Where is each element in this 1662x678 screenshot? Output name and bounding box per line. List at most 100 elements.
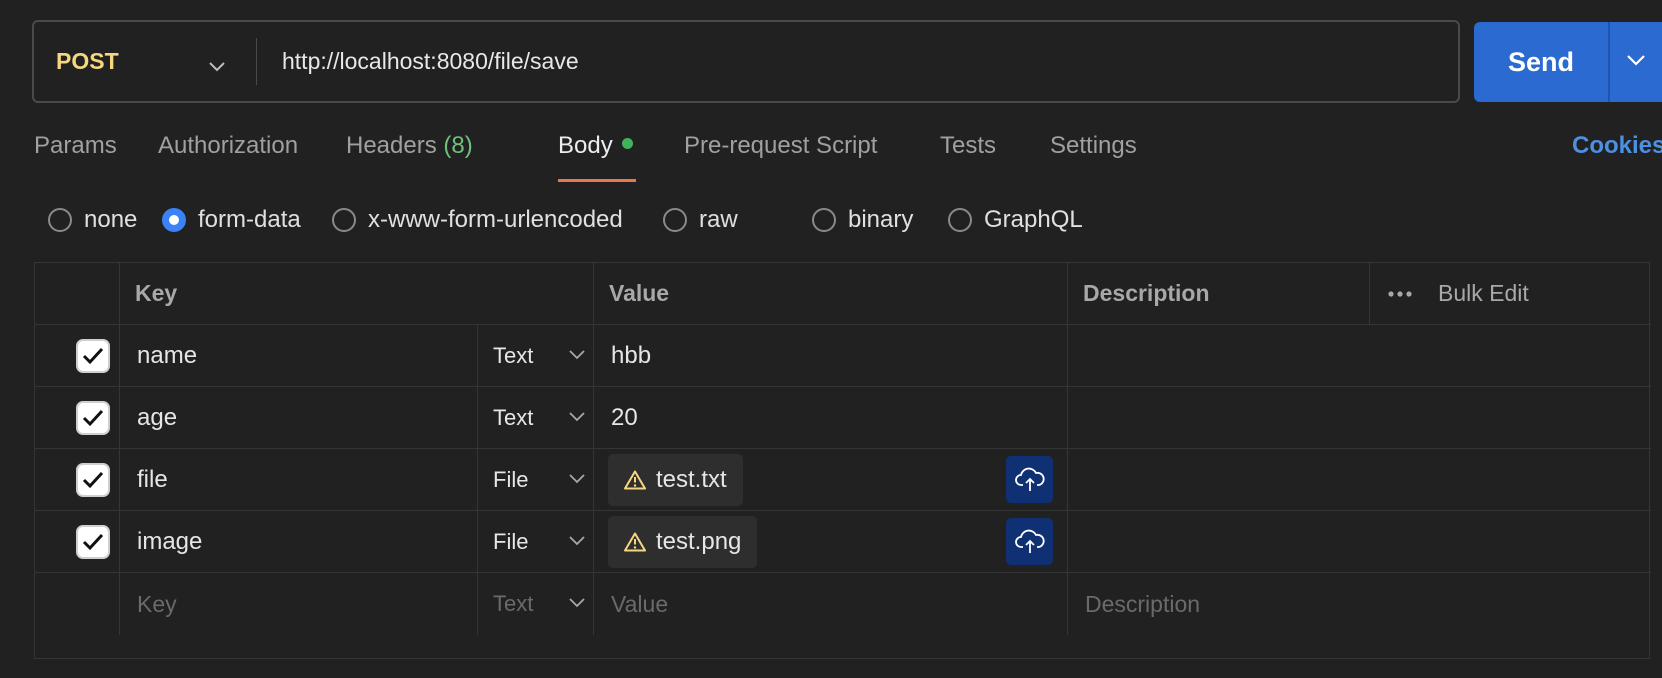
chevron-down-icon (569, 409, 585, 427)
table-header-row: Key Value Description Bulk Edit (35, 263, 1651, 325)
tab-body[interactable]: Body (558, 132, 633, 160)
value-field[interactable]: 20 (611, 387, 638, 448)
file-chip[interactable]: test.png (608, 511, 758, 572)
tab-label: Body (558, 132, 613, 159)
cookies-link[interactable]: Cookies (1572, 132, 1662, 160)
url-input[interactable]: http://localhost:8080/file/save (257, 22, 1458, 101)
new-value-input[interactable]: Value (611, 573, 668, 635)
tab-authorization[interactable]: Authorization (158, 132, 298, 160)
file-name: test.png (656, 527, 742, 555)
radio-raw[interactable]: raw (663, 206, 738, 234)
chevron-down-icon (569, 533, 585, 551)
type-label: File (493, 528, 529, 554)
file-name: test.txt (656, 465, 727, 493)
headers-count: (8) (443, 132, 473, 159)
check-icon (76, 462, 110, 497)
chevron-down-icon (1626, 53, 1646, 71)
key-field[interactable]: age (137, 387, 177, 448)
upload-button[interactable] (1006, 511, 1053, 572)
radio-label: x-www-form-urlencoded (368, 206, 623, 233)
table-row: file File test.txt (35, 449, 1651, 511)
table-new-row: Key Text Value Description (35, 573, 1651, 635)
column-header-value: Value (609, 280, 670, 306)
radio-none[interactable]: none (48, 206, 137, 234)
send-button[interactable]: Send (1474, 22, 1608, 102)
bulk-edit-button[interactable]: Bulk Edit (1438, 263, 1529, 324)
row-checkbox[interactable] (76, 511, 110, 572)
type-label: Text (493, 404, 534, 430)
radio-label: none (84, 206, 138, 233)
warning-icon (624, 470, 646, 490)
send-dropdown-button[interactable] (1610, 22, 1662, 102)
row-checkbox[interactable] (76, 449, 110, 510)
column-header-description: Description (1083, 280, 1210, 306)
request-tabs: Params Authorization Headers (8) Body Pr… (34, 132, 1662, 182)
key-field[interactable]: image (137, 511, 202, 572)
chevron-down-icon (569, 347, 585, 365)
body-indicator-dot (621, 138, 633, 149)
tab-label: Params (34, 132, 117, 159)
radio-x-www-form-urlencoded[interactable]: x-www-form-urlencoded (332, 206, 623, 234)
new-key-input[interactable]: Key (137, 573, 177, 635)
file-chip[interactable]: test.txt (608, 449, 743, 510)
more-options-button[interactable] (1387, 263, 1413, 324)
type-select[interactable]: Text (493, 387, 593, 448)
new-description-input[interactable]: Description (1085, 573, 1200, 635)
type-select[interactable]: Text (493, 573, 593, 635)
row-checkbox[interactable] (76, 325, 110, 386)
radio-circle (812, 208, 836, 232)
table-row: image File test.png (35, 511, 1651, 573)
radio-label: form-data (198, 206, 301, 233)
send-button-group: Send (1474, 22, 1662, 102)
row-checkbox[interactable] (76, 387, 110, 448)
tab-tests[interactable]: Tests (940, 132, 996, 160)
value-field[interactable]: hbb (611, 325, 651, 386)
type-label: File (493, 466, 529, 492)
tab-label: Headers (346, 132, 437, 159)
type-select[interactable]: File (493, 449, 593, 510)
table-row: age Text 20 (35, 387, 1651, 449)
type-select[interactable]: File (493, 511, 593, 572)
chevron-down-icon (569, 595, 585, 613)
key-field[interactable]: name (137, 325, 197, 386)
tab-params[interactable]: Params (34, 132, 117, 160)
method-label: POST (56, 48, 119, 74)
tab-label: Settings (1050, 132, 1137, 159)
form-data-table: Key Value Description Bulk Edit name Tex… (34, 262, 1651, 659)
cloud-upload-icon (1006, 518, 1053, 565)
tab-settings[interactable]: Settings (1050, 132, 1137, 160)
radio-label: raw (699, 206, 738, 233)
radio-circle (162, 208, 186, 232)
active-tab-underline (558, 179, 636, 182)
radio-circle (332, 208, 356, 232)
chevron-down-icon (208, 52, 226, 79)
key-field[interactable]: file (137, 449, 168, 510)
tab-label: Pre-request Script (684, 132, 878, 159)
radio-label: binary (848, 206, 914, 233)
check-icon (76, 524, 110, 559)
chevron-down-icon (569, 471, 585, 489)
type-label: Text (493, 342, 534, 368)
radio-binary[interactable]: binary (812, 206, 913, 234)
check-icon (76, 400, 110, 435)
more-horizontal-icon (1387, 285, 1413, 303)
tab-label: Tests (940, 132, 997, 159)
radio-label: GraphQL (984, 206, 1083, 233)
cloud-upload-icon (1006, 456, 1053, 503)
radio-circle (48, 208, 72, 232)
url-text: http://localhost:8080/file/save (282, 48, 579, 74)
type-label: Text (493, 591, 534, 616)
upload-button[interactable] (1006, 449, 1053, 510)
tab-headers[interactable]: Headers (8) (346, 132, 473, 160)
method-select[interactable]: POST (34, 22, 256, 101)
radio-graphql[interactable]: GraphQL (948, 206, 1083, 234)
table-row: name Text hbb (35, 325, 1651, 387)
column-header-key: Key (135, 280, 178, 306)
tab-label: Authorization (158, 132, 299, 159)
radio-circle (663, 208, 687, 232)
tab-pre-request-script[interactable]: Pre-request Script (684, 132, 877, 160)
warning-icon (624, 532, 646, 552)
radio-form-data[interactable]: form-data (162, 206, 301, 234)
request-bar: POST http://localhost:8080/file/save (32, 20, 1460, 103)
type-select[interactable]: Text (493, 325, 593, 386)
